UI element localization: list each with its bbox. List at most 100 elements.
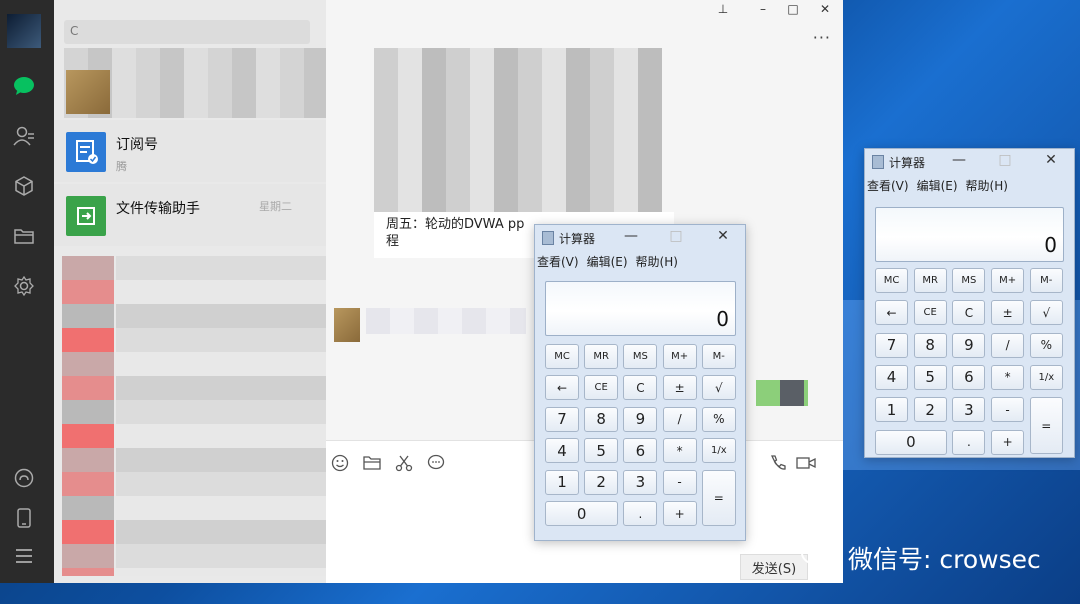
key-divide[interactable]: /	[991, 332, 1025, 358]
user-avatar[interactable]	[7, 14, 41, 48]
key-3[interactable]: 3	[623, 469, 658, 495]
key-plus[interactable]: +	[991, 429, 1025, 455]
calculator-display: 0	[545, 281, 736, 336]
list-item-file-transfer[interactable]: 文件传输助手 星期二	[54, 184, 326, 246]
key-ms[interactable]: MS	[952, 268, 986, 293]
close-button[interactable]: ✕	[818, 2, 832, 16]
chat-icon[interactable]	[12, 74, 36, 98]
key-plus[interactable]: +	[662, 501, 697, 526]
key-5[interactable]: 5	[913, 364, 947, 390]
minimize-button[interactable]: –	[756, 2, 770, 16]
key-9[interactable]: 9	[952, 332, 986, 358]
key-multiply[interactable]: *	[991, 364, 1025, 390]
folder-icon[interactable]	[362, 453, 382, 473]
key-7[interactable]: 7	[545, 406, 579, 432]
scissors-icon[interactable]	[394, 453, 414, 473]
key-decimal[interactable]: .	[623, 501, 658, 526]
key-reciprocal[interactable]: 1/x	[701, 438, 736, 464]
key-percent[interactable]: %	[1029, 332, 1063, 358]
key-2[interactable]: 2	[584, 469, 619, 495]
menu-edit[interactable]: 编辑(E)	[917, 177, 958, 194]
key-decimal[interactable]: .	[952, 429, 986, 455]
key-8[interactable]: 8	[913, 332, 947, 358]
calculator-titlebar[interactable]: 计算器 — □ ✕	[535, 225, 745, 251]
phone-icon[interactable]	[768, 453, 788, 473]
chat-bubble-icon[interactable]	[426, 453, 446, 473]
key-6[interactable]: 6	[952, 364, 986, 390]
key-multiply[interactable]: *	[662, 438, 697, 464]
key-minus[interactable]: -	[662, 469, 697, 495]
key-m-[interactable]: M-	[1029, 268, 1063, 293]
chat-list-pane: C 订阅号 腾 文件传输助手 星期二	[54, 0, 326, 583]
key-backspace[interactable]: ←	[545, 375, 579, 401]
key-plus-minus[interactable]: ±	[991, 300, 1025, 326]
folder-icon[interactable]	[12, 224, 36, 248]
key-mr[interactable]: MR	[913, 268, 947, 293]
minimize-button[interactable]: —	[621, 228, 641, 244]
key-ce[interactable]: CE	[584, 375, 619, 401]
menu-help[interactable]: 帮助(H)	[636, 253, 678, 270]
chat-time: 星期二	[259, 200, 292, 213]
menu-view[interactable]: 查看(V)	[867, 177, 909, 194]
more-options-button[interactable]: ···	[813, 28, 831, 47]
key-0[interactable]: 0	[545, 501, 619, 526]
search-input[interactable]: C	[64, 20, 310, 44]
key-sqrt[interactable]: √	[1029, 300, 1063, 326]
emoji-icon[interactable]	[330, 453, 350, 473]
blurred-chat-list[interactable]	[116, 256, 326, 576]
key-minus[interactable]: -	[991, 397, 1025, 423]
cube-icon[interactable]	[12, 174, 36, 198]
list-item-subscription[interactable]: 订阅号 腾	[54, 120, 326, 182]
close-button[interactable]: ✕	[713, 228, 733, 244]
subscription-icon	[66, 132, 106, 172]
key-0[interactable]: 0	[875, 429, 947, 455]
gear-icon[interactable]	[12, 274, 36, 298]
key-m-[interactable]: M+	[991, 268, 1025, 293]
key-plus-minus[interactable]: ±	[662, 375, 697, 401]
key-sqrt[interactable]: √	[701, 375, 736, 401]
key-1[interactable]: 1	[545, 469, 579, 495]
key-9[interactable]: 9	[623, 406, 658, 432]
minimize-button[interactable]: —	[949, 152, 969, 168]
key-m-[interactable]: M-	[701, 344, 736, 369]
key-5[interactable]: 5	[584, 438, 619, 464]
menu-icon[interactable]	[12, 544, 36, 568]
key-mc[interactable]: MC	[545, 344, 579, 369]
key-equals[interactable]: =	[701, 469, 736, 526]
key-c[interactable]: C	[623, 375, 658, 401]
send-button[interactable]: 发送(S)	[740, 554, 808, 580]
calculator-menubar: 查看(V) 编辑(E) 帮助(H)	[867, 177, 1008, 194]
key-ce[interactable]: CE	[913, 300, 947, 326]
menu-help[interactable]: 帮助(H)	[966, 177, 1008, 194]
key-reciprocal[interactable]: 1/x	[1029, 364, 1063, 390]
key-c[interactable]: C	[952, 300, 986, 326]
key-m-[interactable]: M+	[662, 344, 697, 369]
key-mr[interactable]: MR	[584, 344, 619, 369]
key-equals[interactable]: =	[1029, 397, 1063, 455]
key-4[interactable]: 4	[545, 438, 579, 464]
contacts-icon[interactable]	[12, 124, 36, 148]
phone-icon[interactable]	[12, 506, 36, 530]
calculator-titlebar[interactable]: 计算器 — □ ✕	[865, 149, 1074, 175]
mini-program-icon[interactable]	[12, 466, 36, 490]
key-mc[interactable]: MC	[875, 268, 908, 293]
key-2[interactable]: 2	[913, 397, 947, 423]
key-backspace[interactable]: ←	[875, 300, 908, 326]
maximize-button[interactable]: □	[995, 152, 1015, 168]
key-8[interactable]: 8	[584, 406, 619, 432]
close-button[interactable]: ✕	[1041, 152, 1061, 168]
menu-view[interactable]: 查看(V)	[537, 253, 579, 270]
key-percent[interactable]: %	[701, 406, 736, 432]
menu-edit[interactable]: 编辑(E)	[587, 253, 628, 270]
key-ms[interactable]: MS	[623, 344, 658, 369]
key-3[interactable]: 3	[952, 397, 986, 423]
pin-button[interactable]: ⊥	[716, 2, 730, 16]
key-6[interactable]: 6	[623, 438, 658, 464]
key-7[interactable]: 7	[875, 332, 908, 358]
maximize-button[interactable]: □	[666, 228, 686, 244]
key-4[interactable]: 4	[875, 364, 908, 390]
key-divide[interactable]: /	[662, 406, 697, 432]
video-icon[interactable]	[796, 453, 816, 473]
maximize-button[interactable]: □	[786, 2, 800, 16]
key-1[interactable]: 1	[875, 397, 908, 423]
